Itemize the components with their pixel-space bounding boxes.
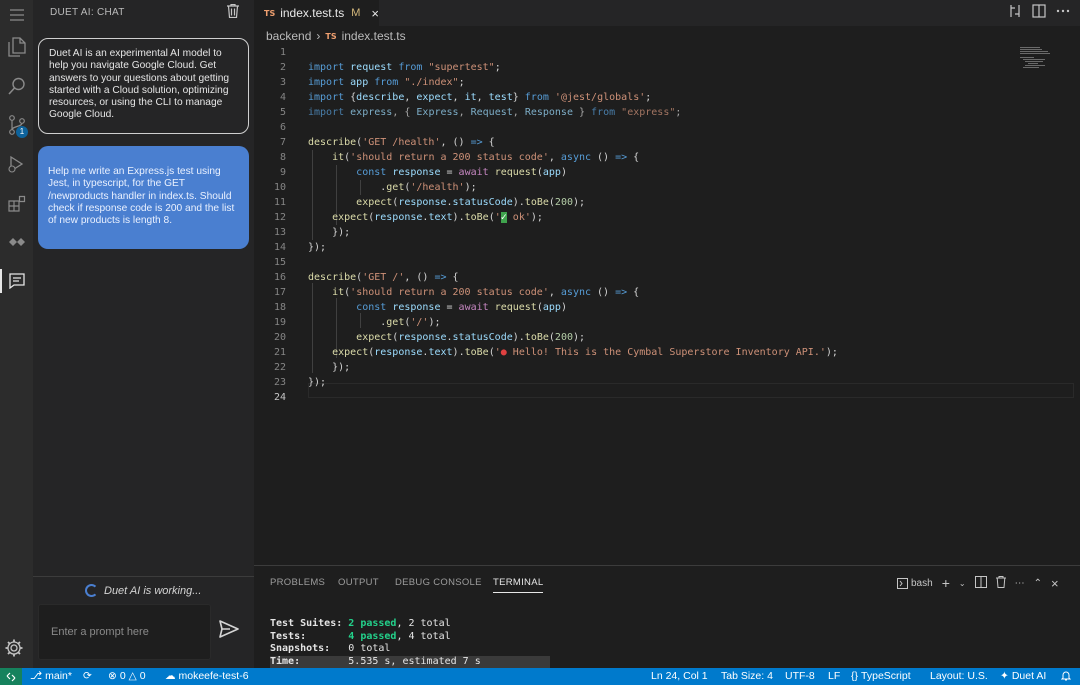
split-editor-icon[interactable] [1032,4,1048,20]
problems-indicator[interactable]: ⊗ 0 △ 0 [108,670,146,682]
warning-icon: △ [128,670,137,682]
menu-icon[interactable] [0,0,33,30]
braces-icon: {} [851,670,859,682]
source-control-icon[interactable]: 1 [0,110,33,140]
typescript-file-icon: TS [325,31,337,41]
duet-chat-icon[interactable] [0,266,33,296]
tab-debug-console[interactable]: DEBUG CONSOLE [395,577,482,588]
activity-bar: 1 [0,0,33,668]
trash-icon[interactable] [995,575,1006,591]
terminal-shell-selector[interactable]: bash [897,577,933,589]
user-message: Help me write an Express.js test using J… [38,146,249,249]
more-actions-icon[interactable]: ⋯ [1015,578,1025,589]
extensions-icon[interactable] [0,189,33,219]
sidebar-title: DUET AI: CHAT [50,7,125,18]
cloud-project-indicator[interactable]: ☁ mokeefe-test-6 [165,670,249,682]
duet-ai-status[interactable]: ✦ Duet AI [1000,670,1046,682]
close-panel-icon[interactable]: × [1051,576,1059,591]
cloud-icon: ☁ [165,670,176,682]
run-debug-icon[interactable] [0,149,33,179]
git-branch-icon: ⎇ [30,670,43,682]
split-terminal-icon[interactable] [974,575,987,591]
panel-actions: bash + ⌄ ⋯ ⌃ × [897,575,1059,591]
error-icon: ⊗ [108,670,117,682]
tab-size[interactable]: Tab Size: 4 [721,670,773,682]
maximize-panel-icon[interactable]: ⌃ [1034,578,1042,589]
chat-divider [33,576,254,577]
working-status: Duet AI is working... [104,584,202,597]
compare-changes-icon[interactable] [1008,4,1024,20]
tab-modified-indicator: M [351,7,361,19]
search-icon[interactable] [0,71,33,101]
prompt-input[interactable] [38,604,211,660]
keyboard-layout[interactable]: Layout: U.S. [930,670,988,682]
minimap[interactable] [1020,45,1060,75]
status-bar: ⎇ main* ⟳ ⊗ 0 △ 0 ☁ mokeefe-test-6 Ln 24, Co… [0,668,1080,685]
sync-icon[interactable]: ⟳ [83,670,92,682]
remote-indicator[interactable] [0,668,22,685]
tab-index-test[interactable]: TS index.test.ts M × [254,0,379,26]
chevron-down-icon[interactable]: ⌄ [959,579,966,588]
source-control-badge: 1 [16,126,28,138]
editor-tabbar: TS index.test.ts M × [254,0,1080,26]
encoding[interactable]: UTF-8 [785,670,815,682]
bell-icon[interactable] [1061,670,1071,681]
working-indicator: Duet AI is working... [85,584,201,597]
end-of-line[interactable]: LF [828,670,840,682]
close-icon[interactable]: × [371,6,379,21]
more-actions-icon[interactable] [1056,4,1072,20]
branch-indicator[interactable]: ⎇ main* [30,670,72,682]
cursor-position[interactable]: Ln 24, Col 1 [651,670,708,682]
send-button[interactable] [219,620,241,642]
code-editor[interactable]: 1 2 import request from "supertest"; 3 imp… [254,45,1080,565]
gear-icon[interactable] [4,638,26,660]
trash-icon[interactable] [227,3,241,20]
terminal-shell-name: bash [911,577,933,589]
explorer-icon[interactable] [0,32,33,62]
cloud-code-icon[interactable] [0,227,33,257]
terminal-output[interactable]: Test Suites: 2 passed, 2 total Tests: 4 … [270,618,550,668]
tab-problems[interactable]: PROBLEMS [270,577,325,588]
typescript-file-icon: TS [264,8,276,18]
tab-terminal[interactable]: TERMINAL [493,577,544,593]
duet-ai-icon: ✦ [1000,670,1009,682]
bottom-panel: PROBLEMS OUTPUT DEBUG CONSOLE TERMINAL b… [254,565,1080,668]
language-mode[interactable]: {} TypeScript [851,670,911,682]
breadcrumb-folder[interactable]: backend [266,29,311,43]
editor-actions [1008,4,1072,20]
assistant-message: Duet AI is an experimental AI model to h… [38,38,249,134]
tab-output[interactable]: OUTPUT [338,577,379,588]
spinner-icon [85,584,98,597]
breadcrumb-file[interactable]: index.test.ts [342,29,406,43]
plus-icon[interactable]: + [942,575,950,591]
chevron-right-icon: › [316,29,321,43]
duet-chat-sidebar: DUET AI: CHAT Duet AI is an experimental… [33,0,254,668]
current-line-highlight [308,383,1074,398]
breadcrumb: backend › TS index.test.ts [266,29,406,43]
tab-filename: index.test.ts [280,6,345,20]
